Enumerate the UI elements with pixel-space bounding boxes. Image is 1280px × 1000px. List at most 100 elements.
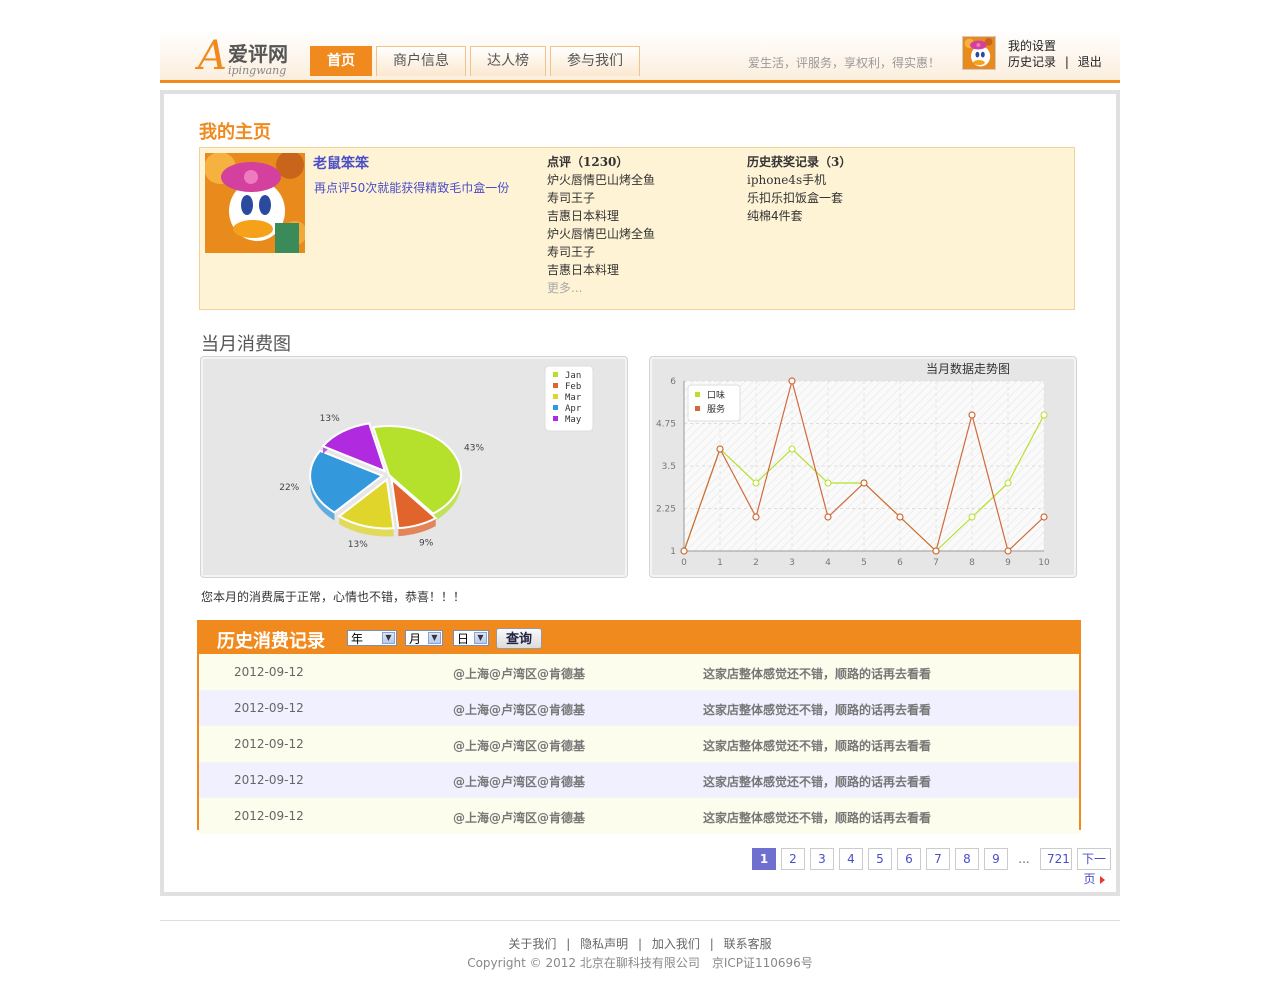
legend-label: 口味 (707, 389, 725, 401)
pie-chart: 43% 9% 13% 22% 13% JanFebMarAprMay (279, 365, 594, 550)
footer-link-about[interactable]: 关于我们 (508, 937, 556, 951)
footer-link-join[interactable]: 加入我们 (652, 937, 700, 951)
award-list: 历史获奖记录（3） iphone4s手机 乐扣乐扣饭盒一套 纯棉4件套 (747, 153, 851, 225)
data-point[interactable] (1004, 547, 1012, 555)
page-link[interactable]: 8 (955, 848, 979, 870)
site-logo[interactable]: A 爱评网 ipingwang (198, 36, 298, 78)
row-comment: 这家店整体感觉还不错，顺路的话再去看看 (703, 811, 932, 825)
history-link[interactable]: 历史记录 (1008, 55, 1056, 69)
row-comment: 这家店整体感觉还不错，顺路的话再去看看 (703, 739, 932, 753)
x-tick-label: 9 (1005, 558, 1011, 568)
legend-swatch (695, 392, 700, 397)
copyright: Copyright © 2012 北京在聊科技有限公司 京ICP证110696号 (467, 956, 813, 970)
page-link[interactable]: 9 (984, 848, 1008, 870)
profile-name[interactable]: 老鼠笨笨 (313, 153, 369, 173)
line-legend: 口味服务 (687, 384, 741, 422)
data-point[interactable] (680, 547, 688, 555)
table-row[interactable]: 2012-09-12 @上海@卢湾区@肯德基 这家店整体感觉还不错，顺路的话再去… (199, 654, 1079, 690)
row-date: 2012-09-12 (234, 809, 304, 823)
tab-home[interactable]: 首页 (310, 46, 372, 76)
profile-tip: 再点评50次就能获得精致毛巾盒一份 (314, 181, 510, 195)
tab-join[interactable]: 参与我们 (550, 46, 640, 76)
table-row[interactable]: 2012-09-12 @上海@卢湾区@肯德基 这家店整体感觉还不错，顺路的话再去… (199, 690, 1079, 726)
day-select-value: 日 (457, 632, 470, 646)
data-point[interactable] (752, 513, 760, 521)
pie-data-label: 43% (464, 443, 484, 453)
pie-data-label: 9% (419, 539, 434, 549)
chevron-down-icon: ▼ (428, 632, 441, 644)
next-page-button[interactable]: 下一页 (1077, 848, 1111, 886)
year-select[interactable]: 年 ▼ (347, 630, 397, 646)
profile-avatar[interactable] (205, 153, 305, 253)
data-point[interactable] (1040, 513, 1048, 521)
footer-link-privacy[interactable]: 隐私声明 (580, 937, 628, 951)
award-item: 乐扣乐扣饭盒一套 (747, 191, 844, 205)
footer-link-contact[interactable]: 联系客服 (724, 937, 772, 951)
chevron-down-icon: ▼ (382, 632, 395, 644)
row-place: @上海@卢湾区@肯德基 (453, 775, 586, 789)
y-tick-label: 4.75 (656, 420, 676, 430)
query-button[interactable]: 查询 (496, 628, 542, 649)
data-point[interactable] (788, 445, 796, 453)
user-avatar[interactable] (962, 36, 996, 70)
month-select[interactable]: 月 ▼ (405, 630, 443, 646)
data-point[interactable] (968, 513, 976, 521)
logout-link[interactable]: 退出 (1078, 55, 1102, 69)
main-content: 我的主页 老鼠笨笨 再点评50次就能获得精致毛巾盒一份 点评（1230） 炉火唇… (160, 90, 1120, 896)
legend-label: 服务 (707, 403, 725, 415)
profile-panel: 老鼠笨笨 再点评50次就能获得精致毛巾盒一份 点评（1230） 炉火唇情巴山烤全… (199, 147, 1075, 310)
award-heading: 历史获奖记录（3） (747, 155, 852, 169)
monthly-summary: 您本月的消费属于正常，心情也不错，恭喜！！！ (201, 590, 466, 604)
footer-divider (160, 920, 1120, 921)
data-point[interactable] (1040, 411, 1048, 419)
page-link-current[interactable]: 1 (752, 848, 776, 870)
data-point[interactable] (824, 479, 832, 487)
legend-swatch (553, 394, 558, 399)
page-link[interactable]: 4 (839, 848, 863, 870)
x-tick-label: 5 (861, 558, 867, 568)
day-select[interactable]: 日 ▼ (453, 630, 489, 646)
x-tick-label: 1 (717, 558, 723, 568)
review-item[interactable]: 炉火唇情巴山烤全鱼 (547, 225, 655, 243)
legend-label: Apr (565, 404, 582, 414)
page-link[interactable]: 6 (897, 848, 921, 870)
data-point[interactable] (716, 445, 724, 453)
settings-link[interactable]: 我的设置 (1008, 39, 1056, 53)
review-item[interactable]: 炉火唇情巴山烤全鱼 (547, 171, 655, 189)
data-point[interactable] (860, 479, 868, 487)
row-comment: 这家店整体感觉还不错，顺路的话再去看看 (703, 703, 932, 717)
data-point[interactable] (1004, 479, 1012, 487)
review-item[interactable]: 寿司王子 (547, 189, 655, 207)
legend-swatch (553, 372, 558, 377)
row-date: 2012-09-12 (234, 773, 304, 787)
page-link-last[interactable]: 721 (1040, 848, 1072, 870)
row-place: @上海@卢湾区@肯德基 (453, 703, 586, 717)
legend-label: Jan (565, 371, 581, 381)
data-point[interactable] (788, 377, 796, 385)
data-point[interactable] (932, 547, 940, 555)
legend-swatch (553, 416, 558, 421)
page-link[interactable]: 2 (781, 848, 805, 870)
table-row[interactable]: 2012-09-12 @上海@卢湾区@肯德基 这家店整体感觉还不错，顺路的话再去… (199, 726, 1079, 762)
page-link[interactable]: 5 (868, 848, 892, 870)
review-item[interactable]: 吉惠日本料理 (547, 207, 655, 225)
table-row[interactable]: 2012-09-12 @上海@卢湾区@肯德基 这家店整体感觉还不错，顺路的话再去… (199, 762, 1079, 798)
slogan: 爱生活，评服务，享权利，得实惠！ (748, 56, 941, 70)
page-link[interactable]: 3 (810, 848, 834, 870)
data-point[interactable] (968, 411, 976, 419)
table-row[interactable]: 2012-09-12 @上海@卢湾区@肯德基 这家店整体感觉还不错，顺路的话再去… (199, 798, 1079, 834)
data-point[interactable] (824, 513, 832, 521)
footer-separator: | (709, 937, 714, 951)
data-point[interactable] (752, 479, 760, 487)
review-item[interactable]: 寿司王子 (547, 243, 655, 261)
review-heading: 点评（1230） (547, 155, 629, 169)
pie-data-label: 13% (320, 414, 340, 424)
review-more-link[interactable]: 更多... (547, 279, 655, 297)
section-title-monthly: 当月消费图 (201, 334, 291, 355)
data-point[interactable] (896, 513, 904, 521)
tab-ranking[interactable]: 达人榜 (470, 46, 546, 76)
page-link[interactable]: 7 (926, 848, 950, 870)
x-tick-label: 4 (825, 558, 831, 568)
review-item[interactable]: 吉惠日本料理 (547, 261, 655, 279)
tab-merchants[interactable]: 商户信息 (376, 46, 466, 76)
